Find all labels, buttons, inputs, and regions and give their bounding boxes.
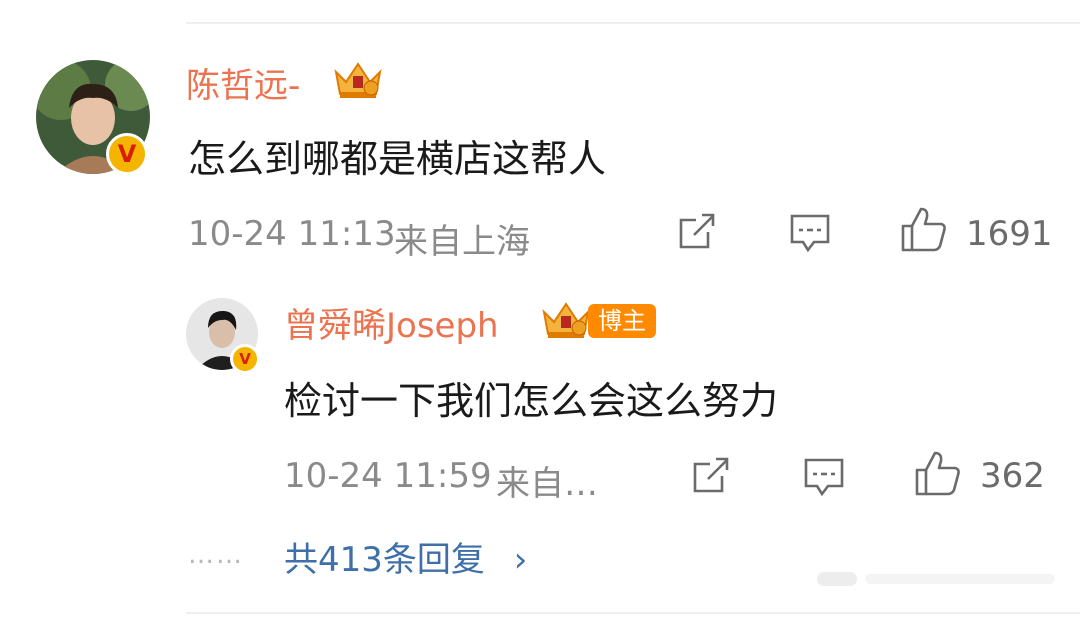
blogger-badge: 博主 <box>588 304 656 338</box>
watermark <box>817 572 1055 586</box>
comment-like-count: 1691 <box>966 214 1053 254</box>
reply-username[interactable]: 曾舜晞Joseph <box>284 298 499 347</box>
share-icon[interactable] <box>690 454 732 496</box>
verified-icon: V <box>230 344 260 374</box>
share-icon[interactable] <box>676 210 718 252</box>
more-replies-link[interactable]: 共413条回复 › <box>284 532 527 581</box>
comment-icon[interactable] <box>802 456 846 498</box>
reply-time: 10-24 11:59 <box>284 456 492 496</box>
bottom-divider <box>186 612 1080 614</box>
comment-text: 怎么到哪都是横店这帮人 <box>188 137 607 181</box>
reply-like-count: 362 <box>980 456 1045 496</box>
comment-location: 来自上海 <box>394 222 530 262</box>
reply-location: 来自… <box>496 464 598 504</box>
verified-icon: V <box>106 133 148 175</box>
like-icon[interactable] <box>914 450 962 496</box>
crown-icon[interactable] <box>332 58 384 100</box>
more-replies-label: 共413条回复 <box>284 540 485 580</box>
like-icon[interactable] <box>900 206 948 252</box>
more-replies-dots: …… <box>188 540 244 570</box>
comment-username[interactable]: 陈哲远- <box>186 58 300 107</box>
top-divider <box>186 22 1080 24</box>
crown-icon[interactable] <box>540 298 592 340</box>
reply-text: 检讨一下我们怎么会这么努力 <box>284 379 779 423</box>
comment-time: 10-24 11:13 <box>188 214 396 254</box>
comment-icon[interactable] <box>788 212 832 254</box>
chevron-right-icon: › <box>513 540 528 580</box>
